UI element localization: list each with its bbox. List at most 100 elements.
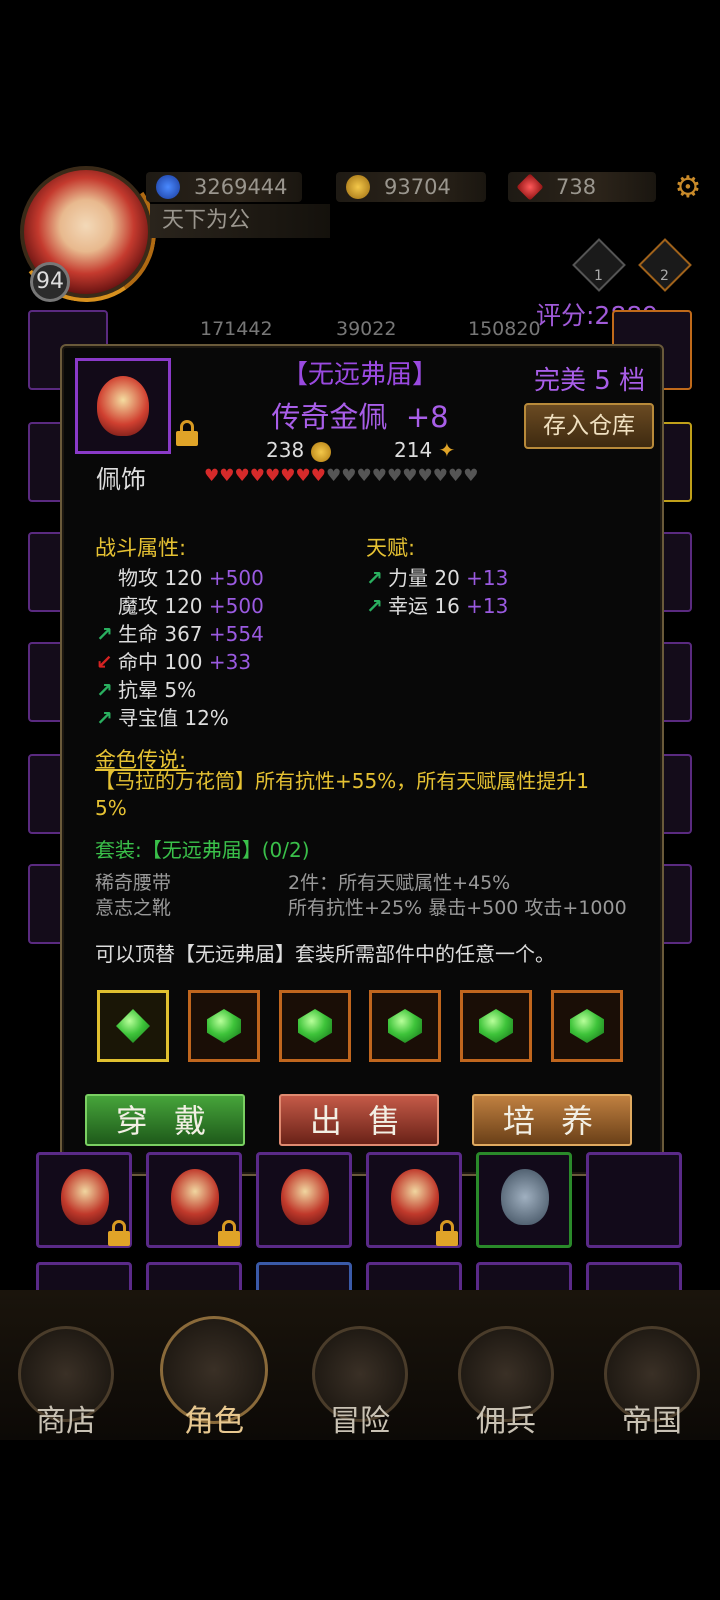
stat-row: 物攻 120 +500 bbox=[118, 566, 264, 590]
player-level: 94 bbox=[30, 262, 70, 302]
rank-badge-1-label: 1 bbox=[594, 268, 603, 284]
puzzle-piece-icon: ✦ bbox=[438, 438, 456, 462]
gem-socket[interactable] bbox=[460, 990, 532, 1062]
heart-filled-icon: ♥ bbox=[249, 466, 265, 486]
stat-row: ↙ 命中 100 +33 bbox=[96, 650, 252, 674]
gem-socket[interactable] bbox=[369, 990, 441, 1062]
guild-name: 天下为公 bbox=[150, 204, 330, 238]
heart-filled-icon: ♥ bbox=[310, 466, 326, 486]
item-name: 传奇金佩 +8 bbox=[271, 400, 449, 434]
lock-icon[interactable] bbox=[176, 420, 198, 446]
heart-empty-icon: ♥ bbox=[402, 466, 418, 486]
coin-value: 238 bbox=[266, 438, 331, 462]
heart-filled-icon: ♥ bbox=[280, 466, 296, 486]
combat-stats-title: 战斗属性: bbox=[95, 536, 187, 560]
pendant-icon bbox=[391, 1169, 439, 1225]
set-part-effect: 2件：所有天赋属性+45% bbox=[288, 872, 511, 894]
bg-stat-attack: 171442 bbox=[200, 318, 273, 340]
heart-empty-icon: ♥ bbox=[371, 466, 387, 486]
inventory-slot[interactable] bbox=[586, 1152, 682, 1248]
bg-stat-power: 150820 bbox=[468, 318, 541, 340]
stat-row: ↗ 寻宝值 12% bbox=[96, 706, 229, 730]
sell-button[interactable]: 出 售 bbox=[279, 1094, 439, 1146]
legend-line-1: 【马拉的万花筒】所有抗性+55%，所有天赋属性提升1 bbox=[95, 769, 589, 793]
settings-gear-icon[interactable]: ⚙ bbox=[672, 172, 704, 204]
resource-red-crystal[interactable]: 738 bbox=[508, 172, 656, 202]
item-slot-type: 佩饰 bbox=[96, 465, 147, 494]
heart-empty-icon: ♥ bbox=[417, 466, 433, 486]
blue-gem-icon bbox=[156, 175, 180, 199]
shard-value: 214 ✦ bbox=[394, 438, 456, 462]
nav-shop[interactable]: 商店 bbox=[6, 1396, 126, 1440]
talent-row: ↗ 幸运 16 +13 bbox=[366, 594, 509, 618]
lock-icon[interactable] bbox=[436, 1220, 458, 1246]
nav-adventure[interactable]: 冒险 bbox=[300, 1396, 420, 1440]
dragon-helm-icon bbox=[501, 1169, 549, 1225]
golden-pendant-icon bbox=[97, 376, 149, 436]
nav-character[interactable]: 角色 bbox=[154, 1396, 274, 1440]
gold-coin-icon bbox=[310, 441, 331, 462]
arrow-up-icon: ↗ bbox=[96, 622, 113, 646]
stat-row: 魔攻 120 +500 bbox=[118, 594, 264, 618]
gem-socket[interactable] bbox=[279, 990, 351, 1062]
heart-empty-icon: ♥ bbox=[463, 466, 479, 486]
stat-row: ↗ 抗晕 5% bbox=[96, 678, 197, 702]
heart-empty-icon: ♥ bbox=[326, 466, 342, 486]
heart-filled-icon: ♥ bbox=[219, 466, 235, 486]
green-gem-icon bbox=[298, 1009, 332, 1043]
nav-empire[interactable]: 帝国 bbox=[592, 1396, 712, 1440]
heart-filled-icon: ♥ bbox=[295, 466, 311, 486]
green-gem-icon bbox=[479, 1009, 513, 1043]
train-button[interactable]: 培 养 bbox=[472, 1094, 632, 1146]
stat-row: ↗ 生命 367 +554 bbox=[96, 622, 264, 646]
gold-coin-icon bbox=[346, 175, 370, 199]
heart-empty-icon: ♥ bbox=[387, 466, 403, 486]
lock-icon[interactable] bbox=[218, 1220, 240, 1246]
green-gem-icon bbox=[570, 1009, 604, 1043]
heart-empty-icon: ♥ bbox=[341, 466, 357, 486]
item-icon bbox=[75, 358, 171, 454]
equip-button[interactable]: 穿 戴 bbox=[85, 1094, 245, 1146]
nav-mercenary[interactable]: 佣兵 bbox=[446, 1396, 566, 1440]
set-part-name: 稀奇腰带 bbox=[95, 872, 172, 894]
green-gem-icon bbox=[207, 1009, 241, 1043]
set-part-effect: 所有抗性+25% 暴击+500 攻击+1000 bbox=[288, 897, 627, 919]
gem-socket[interactable] bbox=[551, 990, 623, 1062]
heart-empty-icon: ♥ bbox=[356, 466, 372, 486]
inventory-slot[interactable] bbox=[256, 1152, 352, 1248]
heart-filled-icon: ♥ bbox=[204, 466, 220, 486]
green-gem-icon bbox=[388, 1009, 422, 1043]
item-grade: 完美 5 档 bbox=[534, 366, 646, 396]
legend-line-2: 5% bbox=[95, 796, 127, 820]
red-crystal-icon bbox=[516, 173, 544, 201]
arrow-up-icon: ↗ bbox=[366, 566, 383, 590]
gem-socket[interactable] bbox=[188, 990, 260, 1062]
exp-ring bbox=[4, 150, 168, 314]
arrow-up-icon: ↗ bbox=[96, 706, 113, 730]
item-set-title: 【无远弗届】 bbox=[281, 360, 438, 390]
pendant-icon bbox=[61, 1169, 109, 1225]
arrow-up-icon: ↗ bbox=[366, 594, 383, 618]
quality-hearts: ♥♥♥♥♥♥♥♥♥♥♥♥♥♥♥♥♥♥ bbox=[204, 466, 479, 486]
heart-empty-icon: ♥ bbox=[448, 466, 464, 486]
talent-row: ↗ 力量 20 +13 bbox=[366, 566, 509, 590]
arrow-up-icon: ↗ bbox=[96, 678, 113, 702]
heart-empty-icon: ♥ bbox=[432, 466, 448, 486]
replace-note: 可以顶替【无远弗届】套装所需部件中的任意一个。 bbox=[95, 942, 555, 966]
heart-filled-icon: ♥ bbox=[234, 466, 250, 486]
talent-title: 天赋: bbox=[366, 536, 416, 560]
resource-blue-gem[interactable]: 3269444 bbox=[146, 172, 302, 202]
heart-filled-icon: ♥ bbox=[265, 466, 281, 486]
lock-icon[interactable] bbox=[108, 1220, 130, 1246]
pendant-icon bbox=[281, 1169, 329, 1225]
set-label: 套装:【无远弗届】(0/2) bbox=[95, 838, 310, 862]
inventory-slot[interactable] bbox=[476, 1152, 572, 1248]
arrow-down-icon: ↙ bbox=[96, 650, 113, 674]
green-gem-icon bbox=[116, 1009, 150, 1043]
resource-gold[interactable]: 93704 bbox=[336, 172, 486, 202]
set-part-name: 意志之靴 bbox=[95, 897, 172, 919]
bg-stat-defense: 39022 bbox=[336, 318, 397, 340]
store-to-warehouse-button[interactable]: 存入仓库 bbox=[524, 403, 654, 449]
rank-badge-2-label: 2 bbox=[660, 268, 669, 284]
gem-socket[interactable] bbox=[97, 990, 169, 1062]
